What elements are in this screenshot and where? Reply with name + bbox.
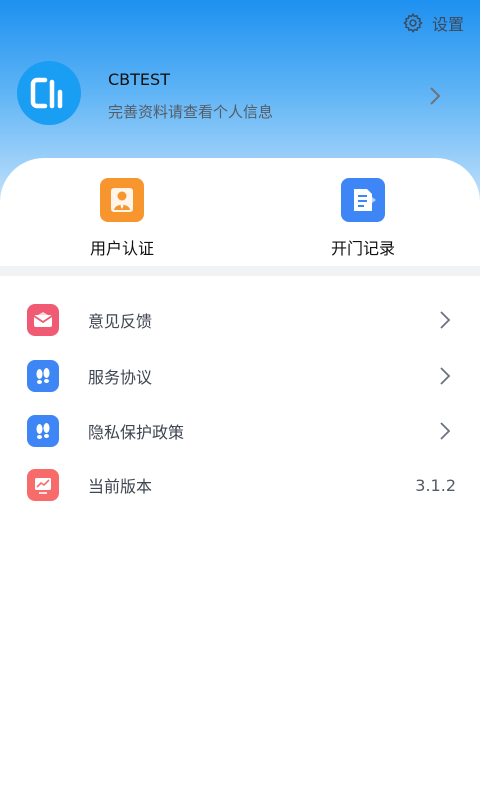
- menu-item-current-version: 当前版本 3.1.2: [0, 457, 480, 513]
- door-record-label: 开门记录: [330, 239, 395, 258]
- chevron-right-icon: [440, 311, 451, 329]
- app-logo-avatar: [30, 77, 63, 109]
- user-certification-icon: [100, 178, 144, 222]
- user-certification-button[interactable]: 用户认证: [47, 178, 197, 259]
- menu-item-label: 意见反馈: [88, 312, 153, 331]
- menu-item-label: 当前版本: [88, 477, 153, 496]
- feedback-mail-icon: [27, 304, 59, 336]
- footprints-icon: [27, 415, 59, 447]
- menu-item-privacy-policy[interactable]: 隐私保护政策: [0, 403, 480, 459]
- profile-subtitle: 完善资料请查看个人信息: [108, 103, 274, 121]
- menu-item-service-agreement[interactable]: 服务协议: [0, 348, 480, 404]
- settings-button[interactable]: 设置: [402, 10, 464, 36]
- user-certification-label: 用户认证: [89, 239, 154, 258]
- door-record-document-icon: [341, 178, 385, 222]
- gear-icon: [403, 13, 423, 33]
- menu-item-feedback[interactable]: 意见反馈: [0, 292, 480, 348]
- section-divider: [0, 266, 480, 276]
- avatar[interactable]: [17, 61, 81, 125]
- menu-item-label: 隐私保护政策: [88, 423, 185, 442]
- settings-label: 设置: [431, 15, 464, 34]
- chevron-right-icon: [440, 367, 451, 385]
- chevron-right-icon: [440, 422, 451, 440]
- chevron-right-icon[interactable]: [425, 85, 445, 107]
- version-chart-icon: [27, 469, 59, 501]
- username: CBTEST: [108, 70, 170, 89]
- version-number: 3.1.2: [415, 475, 456, 495]
- menu-item-label: 服务协议: [88, 368, 153, 387]
- footprints-icon: [27, 360, 59, 392]
- door-record-button[interactable]: 开门记录: [288, 178, 438, 259]
